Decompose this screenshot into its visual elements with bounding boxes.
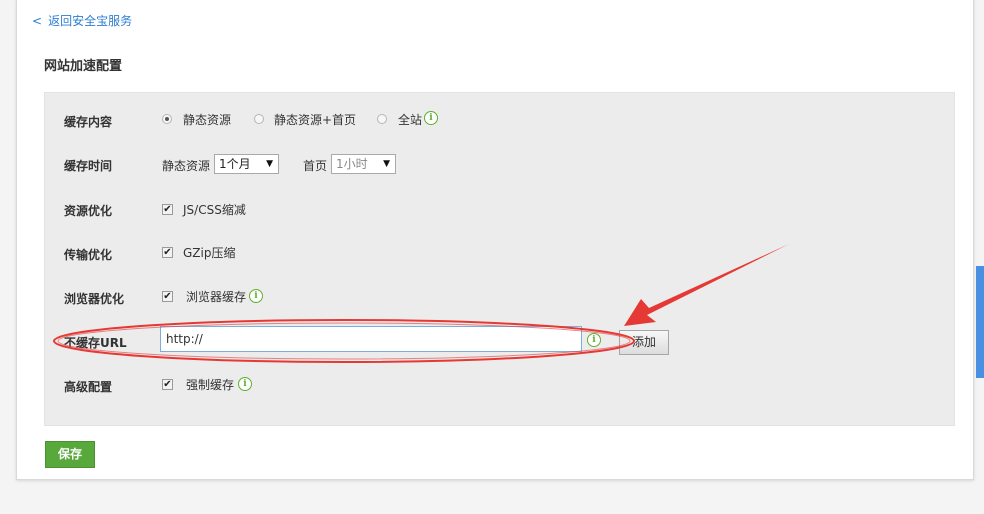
home-cache-time-select[interactable]: 1小时 ▼ [331, 154, 396, 174]
js-css-minify-checkbox[interactable]: ✔ [162, 204, 173, 215]
chevron-left-icon: < [32, 14, 43, 28]
radio-whole-site[interactable] [377, 114, 387, 124]
force-cache-info-icon[interactable]: i [238, 377, 252, 391]
back-link-label: 返回安全宝服务 [48, 14, 133, 28]
no-cache-url-label: 不缓存URL [64, 336, 127, 350]
caret-down-icon: ▼ [383, 159, 390, 169]
force-cache-checkbox[interactable]: ✔ [162, 379, 173, 390]
browser-cache-label: 浏览器缓存 [186, 290, 247, 304]
option-static-and-home-label: 静态资源+首页 [274, 113, 357, 127]
cache-time-label: 缓存时间 [64, 159, 113, 173]
add-url-button[interactable]: 添加 [619, 330, 669, 355]
browser-optimization-label: 浏览器优化 [64, 292, 125, 306]
static-cache-time-select[interactable]: 1个月 ▼ [214, 154, 279, 174]
gzip-label: GZip压缩 [183, 246, 236, 260]
static-time-label: 静态资源 [162, 159, 211, 173]
option-whole-site-label: 全站 [398, 113, 423, 127]
config-panel [44, 92, 955, 426]
advanced-config-label: 高级配置 [64, 380, 113, 394]
browser-cache-checkbox[interactable]: ✔ [162, 291, 173, 302]
gzip-checkbox[interactable]: ✔ [162, 247, 173, 258]
cache-content-label: 缓存内容 [64, 115, 113, 129]
js-css-minify-label: JS/CSS缩减 [183, 203, 246, 217]
home-time-label: 首页 [303, 159, 328, 173]
side-scroll-tab[interactable] [976, 266, 984, 378]
option-static-resources-label: 静态资源 [183, 113, 232, 127]
save-button[interactable]: 保存 [45, 441, 95, 468]
resource-optimization-label: 资源优化 [64, 204, 113, 218]
force-cache-label: 强制缓存 [186, 378, 235, 392]
transfer-optimization-label: 传输优化 [64, 248, 113, 262]
whole-site-info-icon[interactable]: i [424, 111, 438, 125]
caret-down-icon: ▼ [266, 159, 273, 169]
static-cache-time-value: 1个月 [219, 157, 251, 171]
page-title: 网站加速配置 [44, 59, 123, 74]
radio-static-and-home[interactable] [254, 114, 264, 124]
radio-static-resources[interactable] [162, 114, 172, 124]
no-cache-url-info-icon[interactable]: i [587, 333, 601, 347]
no-cache-url-input[interactable] [160, 326, 582, 352]
home-cache-time-value: 1小时 [336, 157, 368, 171]
back-link[interactable]: < 返回安全宝服务 [32, 12, 132, 29]
browser-cache-info-icon[interactable]: i [249, 289, 263, 303]
